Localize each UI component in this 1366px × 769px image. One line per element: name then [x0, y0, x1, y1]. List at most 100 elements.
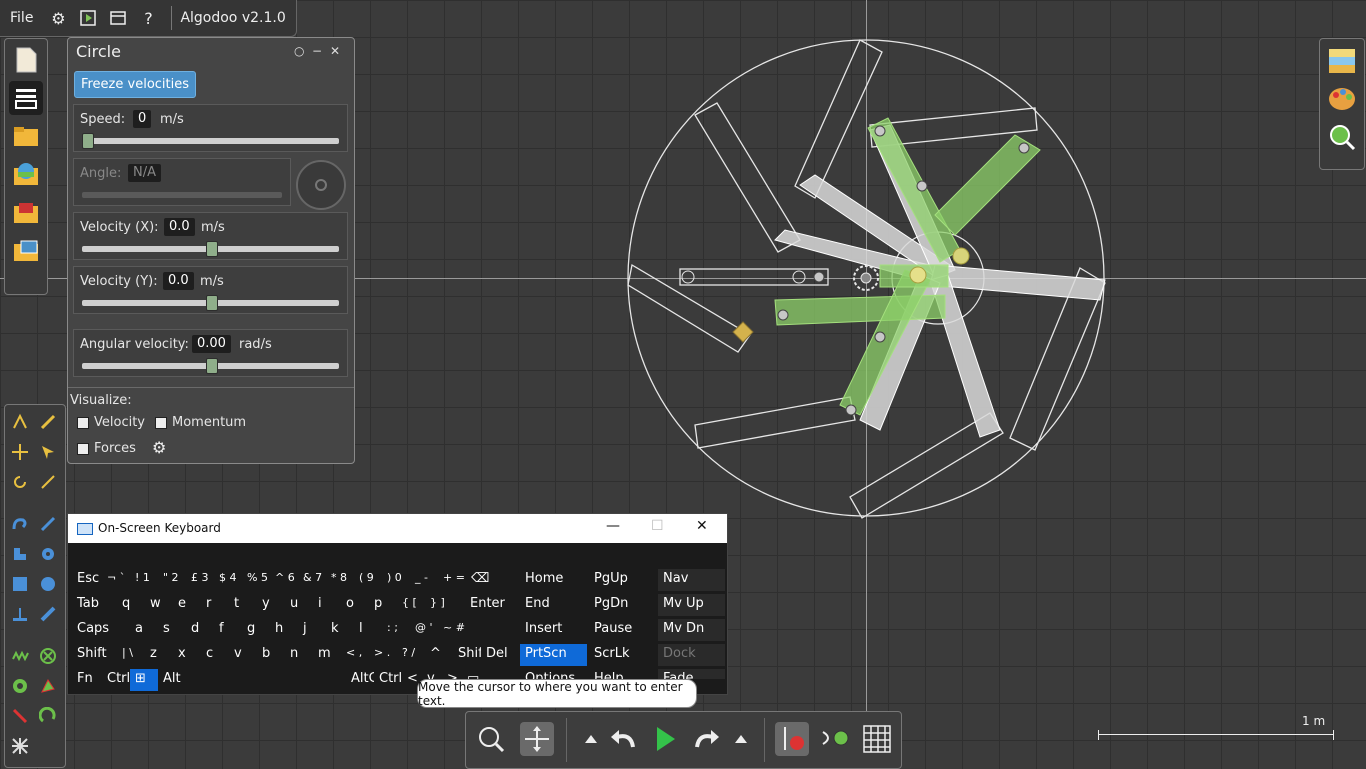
palette-icon[interactable]: [1326, 83, 1358, 115]
osk-key[interactable]: q: [117, 594, 145, 616]
file-menu[interactable]: File: [0, 10, 43, 26]
osk-key[interactable]: ! 1: [130, 569, 158, 591]
speed-slider-knob[interactable]: [82, 133, 94, 149]
pencil-tool-icon[interactable]: [37, 411, 59, 433]
osk-key[interactable]: | \: [117, 644, 145, 666]
osk-key[interactable]: a: [130, 619, 158, 641]
texture-tool-icon[interactable]: [9, 735, 31, 757]
osk-key[interactable]: o: [341, 594, 369, 616]
background-icon[interactable]: [1326, 45, 1358, 77]
osk-key[interactable]: Enter: [465, 594, 521, 616]
osk-key[interactable]: _ -: [410, 569, 438, 591]
osk-key[interactable]: z: [145, 644, 173, 666]
osk-nav-key[interactable]: ScrLk: [589, 644, 656, 666]
osk-nav-key[interactable]: Dock: [658, 644, 725, 666]
gravity-icon[interactable]: [775, 722, 809, 756]
osk-close-icon[interactable]: ✕: [696, 518, 708, 534]
osk-key[interactable]: $ 4: [214, 569, 242, 591]
osk-key[interactable]: * 8: [326, 569, 354, 591]
osk-key[interactable]: ( 9: [354, 569, 382, 591]
visualize-settings-gear-icon[interactable]: ⚙: [152, 438, 166, 457]
fixate-tool-icon[interactable]: [37, 645, 59, 667]
speed-input[interactable]: 0: [133, 110, 152, 128]
osk-key[interactable]: j: [298, 619, 326, 641]
osk-key[interactable]: v: [229, 644, 257, 666]
osk-key[interactable]: ^: [425, 644, 453, 666]
osk-key[interactable]: & 7: [298, 569, 326, 591]
knife-tool-icon[interactable]: [37, 513, 59, 535]
settings-gear-icon[interactable]: ⚙: [46, 6, 70, 30]
minimize-icon[interactable]: −: [312, 44, 322, 58]
redo-menu-arrow-icon[interactable]: [724, 722, 758, 756]
osk-nav-key[interactable]: Fade: [658, 669, 725, 679]
osk-key[interactable]: Fn: [72, 669, 102, 691]
gear-tool-icon[interactable]: [37, 543, 59, 565]
osk-key[interactable]: p: [369, 594, 397, 616]
osk-key[interactable]: Shift: [453, 644, 488, 666]
osk-key[interactable]: Del: [481, 644, 521, 666]
osk-minimize-icon[interactable]: —: [606, 518, 620, 534]
plane-tool-icon[interactable]: [9, 603, 31, 625]
box-tool-icon[interactable]: [9, 573, 31, 595]
algobox-icon[interactable]: [9, 157, 43, 191]
osk-key[interactable]: t: [229, 594, 257, 616]
osk-nav-key[interactable]: End: [520, 594, 587, 616]
spring-tool-icon[interactable]: [9, 645, 31, 667]
help-icon[interactable]: ?: [136, 6, 160, 30]
momentum-checkbox[interactable]: Momentum: [155, 415, 246, 430]
osk-key[interactable]: £ 3: [186, 569, 214, 591]
osk-key[interactable]: i: [313, 594, 341, 616]
window-icon[interactable]: [106, 6, 130, 30]
osk-key[interactable]: Tab: [72, 594, 117, 616]
scale-tool-icon[interactable]: [37, 471, 59, 493]
osk-nav-key[interactable]: Home: [520, 569, 587, 591]
polygon-tool-icon[interactable]: [9, 543, 31, 565]
hinge-tool-icon[interactable]: [9, 675, 31, 697]
pan-icon[interactable]: [520, 722, 554, 756]
osk-key[interactable]: l: [354, 619, 382, 641]
move-tool-icon[interactable]: [9, 441, 31, 463]
osk-key[interactable]: f: [214, 619, 242, 641]
osk-key[interactable]: c: [201, 644, 229, 666]
velocity-checkbox[interactable]: Velocity: [77, 415, 145, 430]
redo-icon[interactable]: [690, 722, 724, 756]
osk-key[interactable]: r: [201, 594, 229, 616]
osk-key[interactable]: Esc: [72, 569, 102, 591]
open-folder-icon[interactable]: [9, 119, 43, 153]
osk-key[interactable]: : ;: [382, 619, 410, 641]
velocity-y-input[interactable]: 0.0: [163, 272, 194, 290]
angular-velocity-slider-knob[interactable]: [205, 358, 218, 374]
osk-key[interactable]: ¬ `: [102, 569, 130, 591]
osk-key[interactable]: ~ #: [438, 619, 466, 641]
forces-checkbox[interactable]: Forces: [77, 441, 136, 456]
osk-key[interactable]: Caps: [72, 619, 130, 641]
air-friction-icon[interactable]: [819, 722, 853, 756]
osk-key[interactable]: { [: [397, 594, 425, 616]
tracer-tool-icon[interactable]: [37, 675, 59, 697]
angular-velocity-input[interactable]: 0.00: [192, 335, 231, 353]
speed-slider[interactable]: [82, 138, 339, 144]
osk-key[interactable]: n: [285, 644, 313, 666]
osk-key[interactable]: } ]: [425, 594, 453, 616]
osk-key[interactable]: s: [158, 619, 186, 641]
sketch-tool-icon[interactable]: [9, 411, 31, 433]
osk-key[interactable]: x: [173, 644, 201, 666]
osk-key[interactable]: Shift: [72, 644, 117, 666]
osk-nav-key[interactable]: PgDn: [589, 594, 656, 616]
phunlet-icon[interactable]: [9, 195, 43, 229]
osk-key[interactable]: b: [257, 644, 285, 666]
osk-key[interactable]: u: [285, 594, 313, 616]
close-icon[interactable]: ✕: [330, 44, 340, 58]
velocity-x-input[interactable]: 0.0: [164, 218, 195, 236]
rope-tool-icon[interactable]: [9, 513, 31, 535]
osk-key[interactable]: w: [145, 594, 173, 616]
undo-icon[interactable]: [606, 722, 640, 756]
osk-key[interactable]: Alt: [158, 669, 186, 691]
osk-nav-key[interactable]: Mv Dn: [658, 619, 725, 641]
osk-nav-key[interactable]: Insert: [520, 619, 587, 641]
pin-icon[interactable]: ○: [294, 44, 304, 58]
grid-icon[interactable]: [860, 722, 894, 756]
osk-key[interactable]: ⌫: [466, 569, 516, 591]
osk-key[interactable]: [186, 669, 346, 691]
osk-nav-key[interactable]: Help: [589, 669, 656, 679]
